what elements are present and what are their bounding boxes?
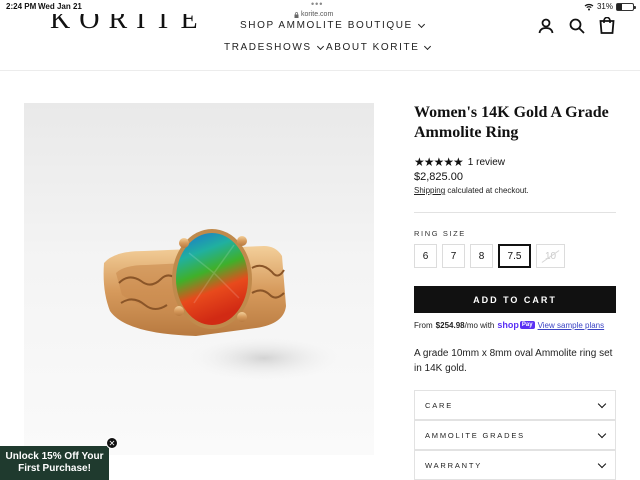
accordion-care[interactable]: CARE [414, 390, 616, 420]
shoppay-amount: $254.98 [435, 320, 465, 330]
add-to-cart-button[interactable]: ADD TO CART [414, 286, 616, 313]
product-rating[interactable]: ★★★★★ 1 review [414, 155, 505, 169]
chevron-down-icon [597, 459, 607, 468]
chevron-down-icon [597, 429, 607, 438]
accordion-warranty[interactable]: WARRANTY [414, 450, 616, 480]
chevron-down-icon [424, 42, 432, 50]
multitask-dots-icon[interactable]: ••• [311, 0, 323, 9]
size-option[interactable]: 8 [470, 244, 493, 268]
size-option-unavailable[interactable]: 10 [536, 244, 565, 268]
size-option-selected[interactable]: 7.5 [498, 244, 531, 268]
site-logo[interactable]: KORITE [50, 14, 207, 38]
nav-tradeshows[interactable]: TRADESHOWS [224, 42, 324, 53]
status-right: 31% [584, 2, 636, 11]
status-time: 2:24 PM [6, 2, 37, 11]
status-date: Wed Jan 21 [38, 2, 82, 11]
battery-percent: 31% [596, 2, 613, 11]
account-icon[interactable] [538, 18, 554, 34]
accordion-label: CARE [425, 400, 454, 410]
lock-icon [294, 11, 299, 18]
address-bar[interactable]: korite.com [294, 11, 333, 18]
ammolite-ring-image [103, 229, 339, 380]
shoppay-installments: From $254.98 /mo with shop Pay View sampl… [414, 320, 604, 330]
chevron-down-icon [417, 20, 425, 28]
size-option[interactable]: 6 [414, 244, 437, 268]
wifi-icon [584, 3, 594, 10]
product-image[interactable] [24, 103, 374, 455]
chevron-down-icon [597, 399, 607, 408]
nav-label: ABOUT KORITE [326, 42, 420, 53]
nav-label: SHOP AMMOLITE BOUTIQUE [240, 20, 413, 31]
shoppay-per: /mo with [464, 320, 495, 330]
product-description: A grade 10mm x 8mm oval Ammolite ring se… [414, 348, 613, 374]
shipping-note: Shipping calculated at checkout. [414, 186, 529, 195]
close-icon[interactable]: ✕ [106, 437, 118, 449]
review-count-link[interactable]: 1 review [468, 157, 505, 168]
cart-icon[interactable] [599, 17, 615, 34]
nav-label: TRADESHOWS [224, 42, 312, 53]
chevron-down-icon [316, 42, 324, 50]
shipping-note-text: calculated at checkout. [445, 186, 529, 195]
shipping-link[interactable]: Shipping [414, 186, 445, 195]
product-title: Women's 14K Gold A Grade Ammolite Ring [414, 104, 609, 141]
shoppay-logo: shop Pay [497, 320, 535, 330]
search-icon[interactable] [569, 18, 585, 34]
view-sample-plans-link[interactable]: View sample plans [538, 321, 605, 330]
product-price: $2,825.00 [414, 171, 463, 183]
promo-text: Unlock 15% Off Your First Purchase! [5, 451, 104, 474]
shoppay-from: From [414, 320, 433, 330]
size-option[interactable]: 7 [442, 244, 465, 268]
star-rating-icon: ★★★★★ [414, 155, 464, 169]
header-divider [0, 70, 640, 71]
battery-icon [616, 2, 636, 11]
nav-about-korite[interactable]: ABOUT KORITE [326, 42, 432, 53]
ring-size-selector: 6 7 8 7.5 10 [414, 244, 565, 268]
section-divider [414, 212, 616, 213]
accordion-label: WARRANTY [425, 460, 483, 470]
accordion-label: AMMOLITE GRADES [425, 430, 525, 440]
promo-banner[interactable]: Unlock 15% Off Your First Purchase! [0, 446, 109, 480]
accordion-ammolite-grades[interactable]: AMMOLITE GRADES [414, 420, 616, 450]
ring-size-label: RING SIZE [414, 229, 466, 238]
nav-shop-ammolite-boutique[interactable]: SHOP AMMOLITE BOUTIQUE [240, 20, 425, 31]
url-text: korite.com [301, 11, 334, 18]
